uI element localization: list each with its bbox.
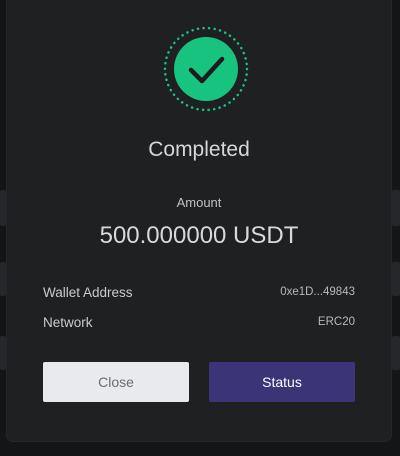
completion-modal: Completed Amount 500.000000 USDT Wallet … [7, 0, 391, 441]
amount-label: Amount [176, 195, 222, 210]
amount-value: 500.000000 USDT [99, 222, 299, 249]
modal-title: Completed [148, 138, 250, 161]
background-fragment [0, 336, 6, 370]
detail-row-network: Network ERC20 [43, 313, 355, 331]
completed-status-badge [162, 25, 250, 113]
network-value: ERC20 [317, 316, 355, 328]
check-icon [163, 26, 249, 112]
background-fragment [392, 336, 400, 370]
wallet-address-label: Wallet Address [43, 284, 133, 300]
background-fragment [392, 190, 400, 226]
background-fragment [0, 190, 6, 226]
close-button[interactable]: Close [43, 362, 189, 402]
detail-row-wallet-address: Wallet Address 0xe1D...49843 [43, 283, 355, 301]
status-button[interactable]: Status [209, 362, 355, 402]
background-fragment [392, 262, 400, 296]
background-fragment [0, 262, 6, 296]
wallet-address-value: 0xe1D...49843 [280, 286, 355, 298]
network-label: Network [43, 314, 93, 330]
